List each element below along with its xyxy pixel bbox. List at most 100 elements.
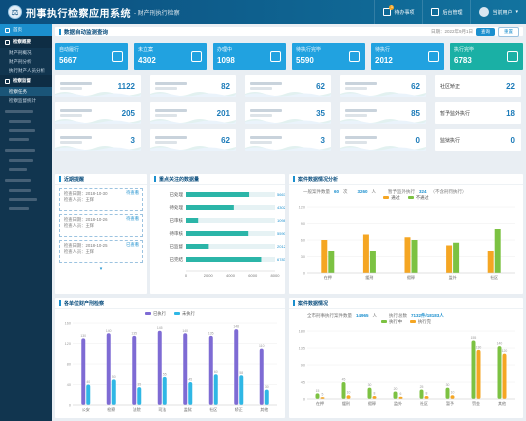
tasks-button[interactable]: 1 待办事项 — [374, 0, 422, 24]
bar[interactable] — [213, 374, 218, 405]
bar[interactable] — [367, 387, 372, 399]
bar[interactable] — [497, 346, 502, 399]
sidebar-item-stats[interactable]: 检察监督统计 — [0, 96, 52, 105]
bar[interactable] — [346, 395, 351, 399]
bar[interactable] — [315, 393, 320, 399]
bar-value-label: 30 — [368, 383, 372, 387]
stat-card[interactable]: 82 — [150, 75, 236, 97]
sidebar-item-blurred[interactable] — [0, 165, 52, 174]
stat-card[interactable]: 0 — [340, 129, 426, 151]
bar[interactable] — [369, 251, 376, 273]
bar[interactable] — [137, 387, 142, 405]
sidebar-item-task[interactable]: 检察任务 — [0, 87, 52, 96]
stat-card[interactable]: 62 — [150, 129, 236, 151]
bar[interactable] — [446, 245, 453, 274]
bar[interactable] — [234, 329, 239, 405]
bar[interactable] — [450, 395, 455, 399]
bar[interactable] — [186, 231, 249, 236]
sidebar-item-blurred[interactable] — [0, 204, 52, 213]
stat-card[interactable]: 85 — [340, 102, 426, 124]
bar[interactable] — [259, 348, 264, 405]
bar[interactable] — [186, 205, 234, 210]
bar[interactable] — [320, 397, 325, 399]
bar[interactable] — [188, 381, 193, 405]
stat-card[interactable]: 3 — [245, 129, 331, 151]
list-item[interactable]: 检查日期：2018-10-26 检查人员：王辉 待查看 — [59, 214, 143, 237]
sidebar-item-analysis[interactable]: 财产刑分析 — [0, 57, 52, 66]
sidebar-item-blurred[interactable] — [0, 195, 52, 204]
stat-card[interactable]: 62 — [340, 75, 426, 97]
bar[interactable] — [476, 349, 481, 399]
sidebar-item-blurred[interactable] — [0, 117, 52, 126]
stat-card[interactable]: 201 — [150, 102, 236, 124]
stat-card[interactable]: 62 — [245, 75, 331, 97]
bar[interactable] — [208, 335, 213, 405]
bar[interactable] — [411, 240, 418, 273]
bar[interactable] — [111, 379, 116, 405]
bar[interactable] — [183, 333, 188, 405]
bar[interactable] — [419, 389, 424, 399]
sidebar-item-blurred[interactable] — [0, 135, 52, 144]
status-label-1: 全市刑事执行案件数量 — [307, 313, 352, 318]
bar[interactable] — [81, 338, 86, 405]
bar[interactable] — [372, 395, 377, 399]
kpi-card[interactable]: 待执行完毕 5590 — [292, 43, 365, 70]
bar[interactable] — [453, 242, 460, 273]
sidebar-item-blurred[interactable] — [0, 174, 52, 186]
sidebar-item-blurred[interactable] — [0, 126, 52, 135]
kpi-card[interactable]: 自动履行 5667 — [55, 43, 128, 70]
bar[interactable] — [186, 244, 209, 249]
sidebar-group-overview[interactable]: 检察概要 — [0, 36, 52, 48]
bar[interactable] — [502, 353, 507, 399]
bar[interactable] — [424, 395, 429, 399]
bar[interactable] — [264, 389, 269, 405]
bar[interactable] — [445, 387, 450, 399]
sidebar-item-overview[interactable]: 财产刑概况 — [0, 48, 52, 57]
scroll-down-icon[interactable]: ▾ — [55, 266, 147, 272]
stat-card[interactable]: 3 — [55, 129, 141, 151]
bar[interactable] — [393, 391, 398, 399]
bar[interactable] — [487, 251, 494, 273]
stat-card[interactable]: 1122 — [55, 75, 141, 97]
user-menu[interactable]: 当前用户 ▾ — [470, 0, 526, 24]
bar[interactable] — [321, 240, 328, 273]
sidebar-item-home[interactable]: 首页 — [0, 24, 52, 36]
stat-card[interactable]: 监狱执行 0 — [435, 129, 521, 151]
sidebar-item-blurred[interactable] — [0, 105, 52, 117]
bar[interactable] — [398, 396, 403, 399]
admin-button[interactable]: 后台管理 — [422, 0, 470, 24]
stat-card[interactable]: 社区矫正 22 — [435, 75, 521, 97]
bar[interactable] — [186, 192, 250, 197]
kpi-card[interactable]: 办理中 1098 — [213, 43, 286, 70]
kpi-card[interactable]: 执行完毕 6783 — [450, 43, 523, 70]
sidebar-item-blurred[interactable] — [0, 144, 52, 156]
bar[interactable] — [186, 257, 262, 262]
bar[interactable] — [328, 251, 335, 273]
reset-button[interactable]: 重置 — [498, 26, 519, 37]
sidebar-group-supervise[interactable]: 检察监督 — [0, 75, 52, 87]
bar[interactable] — [162, 376, 167, 405]
bar[interactable] — [341, 382, 346, 399]
bar[interactable] — [186, 218, 199, 223]
bar[interactable] — [86, 384, 91, 406]
bar[interactable] — [494, 229, 501, 273]
sidebar-item-blurred[interactable] — [0, 186, 52, 195]
bar[interactable] — [132, 335, 137, 405]
bar[interactable] — [362, 234, 369, 274]
kpi-card[interactable]: 未立案 4302 — [134, 43, 207, 70]
kpi-card[interactable]: 待执行 2012 — [371, 43, 444, 70]
bar[interactable] — [239, 375, 244, 405]
bar[interactable] — [157, 330, 162, 405]
query-button[interactable]: 查询 — [476, 27, 495, 36]
stat-card[interactable]: 35 — [245, 102, 331, 124]
bar[interactable] — [404, 237, 411, 273]
stat-card[interactable]: 暂予监外执行 18 — [435, 102, 521, 124]
bar[interactable] — [106, 333, 111, 405]
sidebar-item-person[interactable]: 执行财产人员分析 — [0, 66, 52, 75]
list-item[interactable]: 检查日期：2018-10-25 检查人员：王辉 已查看 — [59, 240, 143, 263]
stat-card[interactable]: 205 — [55, 102, 141, 124]
list-item[interactable]: 检查日期：2018-10-30 检查人员：王辉 待查看 — [59, 188, 143, 211]
date-filter[interactable]: 日期：2022年9月1日 — [431, 29, 473, 35]
y-tick-label: 已完结 — [170, 256, 184, 263]
sidebar-item-blurred[interactable] — [0, 156, 52, 165]
